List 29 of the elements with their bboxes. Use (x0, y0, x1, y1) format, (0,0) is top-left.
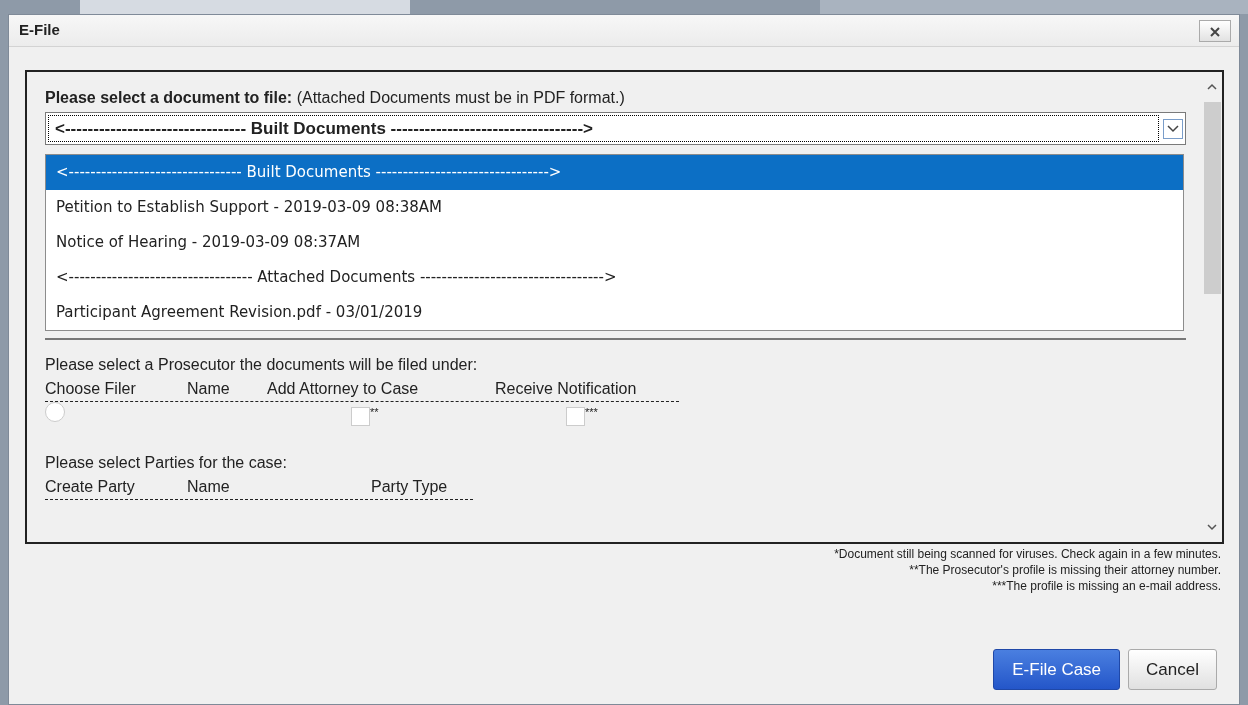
window-title: E-File (19, 20, 60, 41)
footnote-mark: ** (370, 405, 379, 418)
close-icon (1209, 25, 1221, 38)
column-header: Name (187, 477, 231, 497)
dropdown-option[interactable]: Participant Agreement Revision.pdf - 03/01/2019 (46, 295, 1183, 330)
footnote-mark: *** (585, 405, 598, 418)
footnote-text: **The Prosecutor's profile is missing their attorney number. (908, 562, 1221, 578)
footnote-text: ***The profile is missing an e-mail address. (991, 578, 1221, 594)
column-header: Add Attorney to Case (267, 379, 420, 399)
column-header: Name (187, 379, 231, 399)
dropdown-option[interactable]: Petition to Establish Support - 2019-03-09 08:38AM (46, 190, 1183, 225)
document-select[interactable]: <-------------------------------- Built Documents ----------------------------------> (45, 112, 1186, 145)
column-header: Party Type (371, 477, 449, 497)
section-prompt: Please select Parties for the case: (45, 453, 288, 473)
dropdown-option[interactable]: Notice of Hearing - 2019-03-09 08:37AM (46, 225, 1183, 260)
column-header: Choose Filer (45, 379, 137, 399)
document-prompt: Please select a document to file: (Attached Documents must be in PDF format.) (45, 88, 626, 108)
notification-checkbox[interactable] (566, 406, 585, 426)
section-prompt: Please select a Prosecutor the documents will be filed under: (45, 355, 479, 375)
close-button[interactable] (1199, 19, 1231, 42)
dropdown-option[interactable]: <---------------------------------- Attached Documents ----------------------------------> (46, 260, 1183, 295)
column-header: Receive Notification (495, 379, 638, 399)
submit-button[interactable]: E-File Case (993, 648, 1121, 690)
attorney-checkbox[interactable] (351, 406, 370, 426)
footnote-text: *Document still being scanned for viruses. Check again in a few minutes. (833, 546, 1221, 562)
column-header: Create Party (45, 477, 136, 497)
filer-radio[interactable] (45, 402, 65, 422)
cancel-button[interactable]: Cancel (1128, 648, 1217, 690)
dropdown-option[interactable]: <-------------------------------- Built Documents --------------------------------> (46, 155, 1183, 190)
